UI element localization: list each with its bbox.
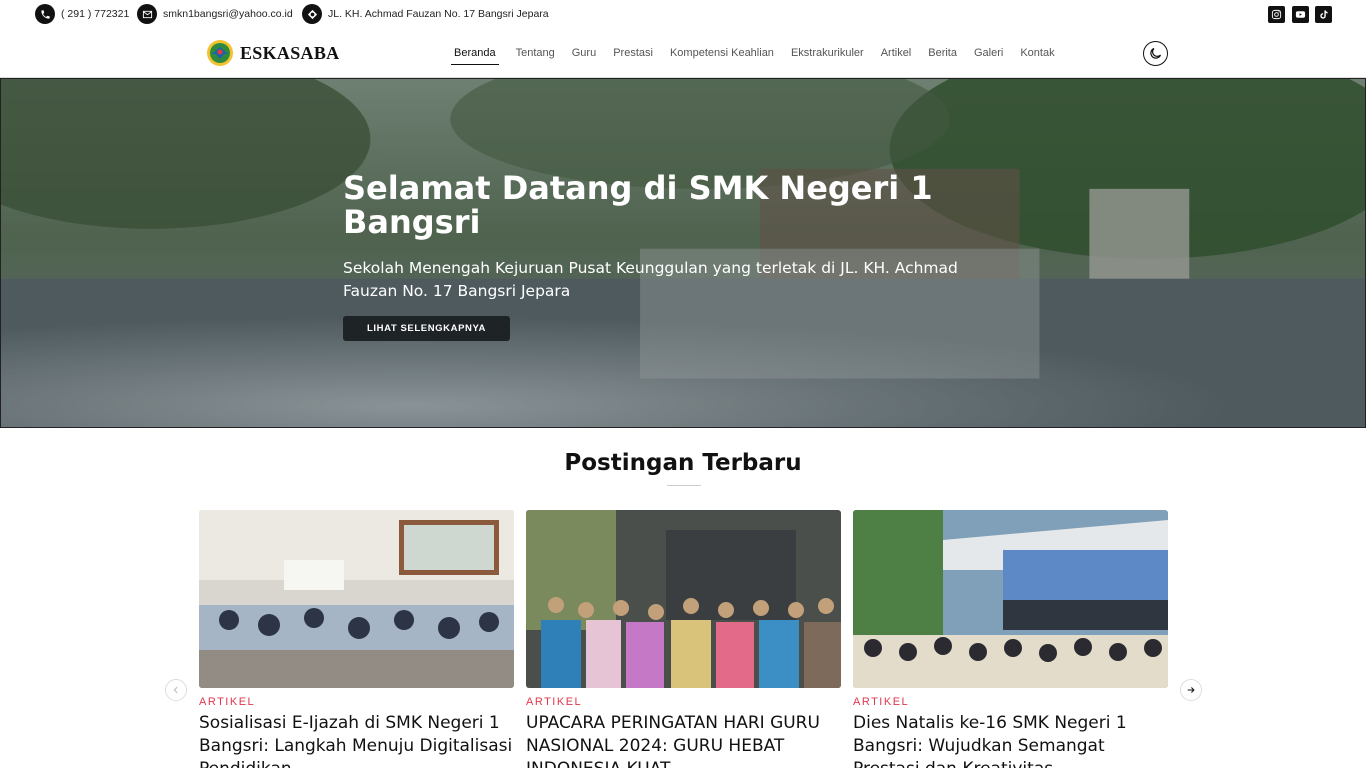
phone-text: ( 291 ) 772321 [61,8,130,20]
email-text: smkn1bangsri@yahoo.co.id [163,8,293,20]
hero-title: Selamat Datang di SMK Negeri 1 Bangsri [343,169,933,241]
address-text: JL. KH. Achmad Fauzan No. 17 Bangsri Jep… [328,8,549,20]
hero-banner: Selamat Datang di SMK Negeri 1 Bangsri S… [0,78,1366,428]
carousel-prev-button[interactable] [165,679,187,701]
classroom-photo [199,510,514,688]
post-category: ARTIKEL [526,696,583,708]
location-icon [302,4,322,24]
mail-icon [137,4,157,24]
post-thumbnail[interactable] [199,510,514,688]
school-logo-icon [207,40,233,66]
post-title[interactable]: Sosialisasi E-Ijazah di SMK Negeri 1 Ban… [199,712,514,768]
instagram-icon[interactable] [1268,6,1285,23]
hero-content: Selamat Datang di SMK Negeri 1 Bangsri S… [343,171,1003,341]
post-thumbnail[interactable] [526,510,841,688]
brand-name: ESKASABA [240,42,340,63]
hero-subtitle: Sekolah Menengah Kejuruan Pusat Keunggul… [343,259,958,300]
email-info[interactable]: smkn1bangsri@yahoo.co.id [137,4,293,24]
arrow-right-icon [1187,687,1195,693]
top-info-bar: ( 291 ) 772321 smkn1bangsri@yahoo.co.id … [0,0,1366,28]
brand-logo-link[interactable]: ESKASABA [206,39,339,67]
teachers-group-photo [526,510,841,688]
post-title[interactable]: Dies Natalis ke-16 SMK Negeri 1 Bangsri:… [853,712,1168,768]
address-info[interactable]: JL. KH. Achmad Fauzan No. 17 Bangsri Jep… [302,4,549,24]
post-category: ARTIKEL [853,696,910,708]
nav-galeri[interactable]: Galeri [974,45,1003,65]
post-card[interactable]: ARTIKEL Dies Natalis ke-16 SMK Negeri 1 … [853,510,1168,768]
post-card[interactable]: ARTIKEL UPACARA PERINGATAN HARI GURU NAS… [526,510,841,768]
moon-icon [1150,47,1162,59]
post-thumbnail[interactable] [853,510,1168,688]
nav-ekstrakurikuler[interactable]: Ekstrakurikuler [791,45,864,65]
nav-berita[interactable]: Berita [928,45,957,65]
nav-kontak[interactable]: Kontak [1020,45,1054,65]
post-title[interactable]: UPACARA PERINGATAN HARI GURU NASIONAL 20… [526,712,841,768]
nav-tentang[interactable]: Tentang [516,45,555,65]
nav-guru[interactable]: Guru [572,45,596,65]
theme-toggle-button[interactable] [1143,41,1168,66]
main-menu: Beranda Tentang Guru Prestasi Kompetensi… [451,45,1072,65]
section-title-latest-posts: Postingan Terbaru [564,450,802,476]
post-category: ARTIKEL [199,696,256,708]
phone-info[interactable]: ( 291 ) 772321 [35,4,129,24]
carousel-next-button[interactable] [1180,679,1202,701]
arrow-left-icon [173,686,178,694]
nav-kompetensi-keahlian[interactable]: Kompetensi Keahlian [670,45,774,65]
section-divider [667,485,701,486]
tiktok-icon[interactable] [1315,6,1332,23]
dies-natalis-event-photo [853,510,1168,688]
phone-icon [35,4,55,24]
nav-beranda[interactable]: Beranda [451,45,499,65]
youtube-icon[interactable] [1292,6,1309,23]
post-card[interactable]: ARTIKEL Sosialisasi E-Ijazah di SMK Nege… [199,510,514,768]
main-navbar: ESKASABA Beranda Tentang Guru Prestasi K… [0,28,1366,78]
see-more-button[interactable]: LIHAT SELENGKAPNYA [343,316,511,341]
nav-artikel[interactable]: Artikel [881,45,912,65]
nav-prestasi[interactable]: Prestasi [613,45,653,65]
